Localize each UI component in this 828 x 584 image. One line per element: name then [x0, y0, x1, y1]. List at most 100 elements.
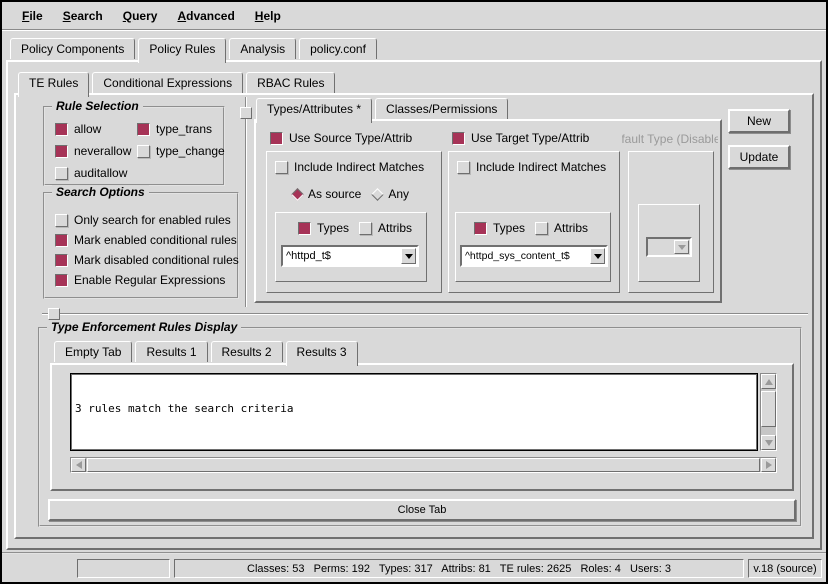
tab-policy-components[interactable]: Policy Components	[10, 38, 135, 59]
use-target-label: Use Target Type/Attrib	[471, 131, 589, 145]
mark-enabled-label: Mark enabled conditional rules	[74, 233, 237, 247]
blank-line	[75, 441, 753, 451]
default-combo-dropdown-button	[674, 240, 689, 254]
source-combo-dropdown-button[interactable]	[401, 248, 416, 264]
policy-rules-panel: TE Rules Conditional Expressions RBAC Ru…	[6, 60, 822, 550]
checkbox-enabled-rules-only[interactable]: Only search for enabled rules	[55, 213, 231, 227]
search-options-group: Search Options Only search for enabled r…	[43, 192, 239, 299]
rule-selection-title: Rule Selection	[52, 99, 143, 113]
tab-conditional-expressions[interactable]: Conditional Expressions	[92, 72, 243, 93]
horizontal-pane-divider	[42, 313, 808, 315]
use-source-checkbox-indicator[interactable]	[270, 132, 283, 145]
tab-policy-rules[interactable]: Policy Rules	[138, 38, 226, 63]
use-source-label: Use Source Type/Attrib	[289, 131, 412, 145]
default-type-frame	[628, 151, 714, 293]
scroll-right-button[interactable]	[761, 458, 776, 472]
checkbox-target-indirect[interactable]: Include Indirect Matches	[457, 160, 606, 174]
target-combo-dropdown-button[interactable]	[590, 248, 605, 264]
source-type-frame: Include Indirect Matches As source Any T…	[266, 151, 442, 293]
horizontal-sash-handle[interactable]	[48, 308, 60, 320]
regex-checkbox-indicator[interactable]	[55, 274, 68, 287]
source-types-checkbox-indicator[interactable]	[298, 222, 311, 235]
menu-query[interactable]: Query	[113, 5, 168, 27]
status-bar: Classes: 53 Perms: 192 Types: 317 Attrib…	[2, 552, 826, 582]
auditallow-label: auditallow	[74, 166, 127, 180]
checkbox-neverallow[interactable]: neverallow	[55, 144, 131, 158]
source-indirect-label: Include Indirect Matches	[294, 160, 424, 174]
source-indirect-checkbox-indicator[interactable]	[275, 161, 288, 174]
enabled-rules-checkbox-indicator[interactable]	[55, 214, 68, 227]
tab-types-attributes[interactable]: Types/Attributes *	[256, 98, 372, 123]
scroll-up-button[interactable]	[761, 374, 776, 389]
target-types-checkbox-indicator[interactable]	[474, 222, 487, 235]
any-radio[interactable]	[371, 188, 384, 201]
as-source-radio[interactable]	[291, 188, 304, 201]
menu-file[interactable]: File	[12, 5, 53, 27]
new-button[interactable]: New	[728, 109, 790, 133]
tab-policy-conf[interactable]: policy.conf	[299, 38, 377, 59]
update-button[interactable]: Update	[728, 145, 790, 169]
results-tab-bar: Empty Tab Results 1 Results 2 Results 3	[54, 341, 361, 362]
chevron-down-icon	[678, 245, 686, 250]
neverallow-checkbox-indicator[interactable]	[55, 145, 68, 158]
source-radio-row: As source Any	[291, 187, 409, 201]
source-type-combobox-value: ^httpd_t$	[283, 250, 400, 262]
menu-search[interactable]: Search	[53, 5, 113, 27]
auditallow-checkbox-indicator[interactable]	[55, 167, 68, 180]
mark-disabled-checkbox-indicator[interactable]	[55, 254, 68, 267]
vertical-scrollbar[interactable]	[760, 373, 777, 451]
menu-help[interactable]: Help	[245, 5, 291, 27]
tab-empty[interactable]: Empty Tab	[54, 341, 132, 362]
te-rules-panel: Rule Selection allow type_trans neverall…	[14, 93, 814, 539]
type-change-checkbox-indicator[interactable]	[137, 145, 150, 158]
vertical-sash-handle[interactable]	[240, 107, 252, 119]
chevron-down-icon	[405, 254, 413, 259]
status-empty-box	[77, 559, 170, 578]
mark-enabled-checkbox-indicator[interactable]	[55, 234, 68, 247]
target-types-box: Types Attribs ^httpd_sys_content_t$	[455, 212, 611, 282]
checkbox-mark-disabled-conditional[interactable]: Mark disabled conditional rules	[55, 253, 239, 267]
tab-rbac-rules[interactable]: RBAC Rules	[246, 72, 335, 93]
apol-window: File Search Query Advanced Help Policy C…	[0, 0, 828, 584]
target-attribs-checkbox-indicator[interactable]	[535, 222, 548, 235]
type-trans-checkbox-indicator[interactable]	[137, 123, 150, 136]
source-type-combobox[interactable]: ^httpd_t$	[281, 245, 419, 267]
scroll-down-button[interactable]	[761, 435, 776, 450]
horizontal-scroll-thumb[interactable]	[87, 458, 760, 472]
as-source-label: As source	[308, 187, 361, 201]
neverallow-label: neverallow	[74, 144, 131, 158]
checkbox-allow[interactable]: allow	[55, 122, 101, 136]
tab-classes-permissions[interactable]: Classes/Permissions	[375, 98, 508, 119]
scroll-left-button[interactable]	[71, 458, 86, 472]
tab-results-1[interactable]: Results 1	[135, 341, 207, 362]
target-type-combobox[interactable]: ^httpd_sys_content_t$	[460, 245, 608, 267]
tab-te-rules[interactable]: TE Rules	[18, 72, 89, 97]
source-attribs-checkbox-indicator[interactable]	[359, 222, 372, 235]
checkbox-use-target[interactable]: Use Target Type/Attrib	[452, 131, 589, 145]
checkbox-source-indirect[interactable]: Include Indirect Matches	[275, 160, 424, 174]
source-attribs-label: Attribs	[378, 221, 412, 235]
results-text-area[interactable]: 3 rules match the search criteria (5822)…	[70, 373, 758, 451]
tab-results-2[interactable]: Results 2	[211, 341, 283, 362]
source-types-label: Types	[317, 221, 349, 235]
checkbox-use-source[interactable]: Use Source Type/Attrib	[270, 131, 412, 145]
tab-results-3[interactable]: Results 3	[286, 341, 358, 366]
main-tab-bar: Policy Components Policy Rules Analysis …	[10, 38, 380, 59]
vertical-scroll-thumb[interactable]	[761, 391, 776, 427]
close-tab-button[interactable]: Close Tab	[48, 499, 796, 521]
source-types-box: Types Attribs ^httpd_t$	[275, 212, 427, 282]
checkbox-mark-enabled-conditional[interactable]: Mark enabled conditional rules	[55, 233, 237, 247]
checkbox-type-change[interactable]: type_change	[137, 144, 225, 158]
target-type-frame: Include Indirect Matches Types Attribs ^…	[448, 151, 620, 293]
search-options-title: Search Options	[52, 185, 149, 199]
allow-checkbox-indicator[interactable]	[55, 123, 68, 136]
checkbox-enable-regex[interactable]: Enable Regular Expressions	[55, 273, 225, 287]
tab-analysis[interactable]: Analysis	[229, 38, 296, 59]
menu-advanced[interactable]: Advanced	[167, 5, 244, 27]
use-target-checkbox-indicator[interactable]	[452, 132, 465, 145]
chevron-down-icon	[594, 254, 602, 259]
checkbox-type-trans[interactable]: type_trans	[137, 122, 212, 136]
target-indirect-checkbox-indicator[interactable]	[457, 161, 470, 174]
horizontal-scrollbar[interactable]	[70, 457, 777, 473]
checkbox-auditallow[interactable]: auditallow	[55, 166, 127, 180]
